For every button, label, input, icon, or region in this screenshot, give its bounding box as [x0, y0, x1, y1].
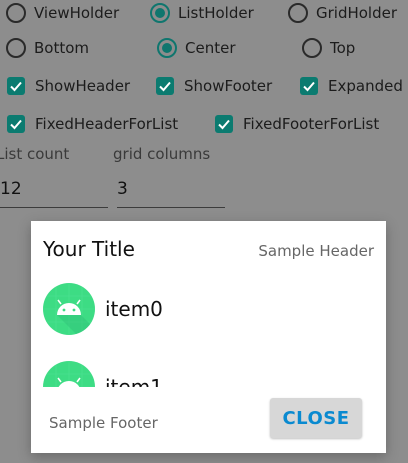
radio-gridholder[interactable]: GridHolder: [288, 3, 397, 23]
radio-center[interactable]: Center: [157, 38, 236, 58]
list-item-label: item1: [105, 375, 163, 387]
grid-columns-label: grid columns: [113, 145, 211, 163]
checkbox-label: ShowHeader: [35, 77, 131, 95]
radio-label: GridHolder: [316, 4, 398, 22]
radio-label: ViewHolder: [34, 4, 120, 22]
checkbox-checked-icon: [156, 77, 174, 95]
radio-label: Center: [185, 39, 236, 57]
close-button[interactable]: CLOSE: [270, 398, 362, 438]
dialog-title: Your Title: [43, 237, 135, 261]
checkbox-showfooter[interactable]: ShowFooter: [156, 77, 272, 95]
radio-label: ListHolder: [178, 4, 254, 22]
radio-bottom[interactable]: Bottom: [6, 38, 89, 58]
android-icon: [43, 283, 95, 335]
list-count-label: List count: [0, 145, 70, 163]
radio-circle-selected: [157, 38, 177, 58]
list-item-label: item0: [105, 297, 163, 321]
grid-columns-input[interactable]: 3: [117, 179, 225, 208]
checkbox-label: FixedFooterForList: [243, 115, 380, 133]
dialog-list[interactable]: item0 item1: [31, 279, 386, 387]
radio-circle: [6, 3, 26, 23]
checkbox-checked-icon: [215, 115, 233, 133]
android-icon: [43, 361, 95, 387]
list-count-input[interactable]: 12: [0, 179, 108, 208]
checkbox-showheader[interactable]: ShowHeader: [7, 77, 130, 95]
list-item[interactable]: item0: [43, 283, 163, 335]
checkbox-expanded[interactable]: Expanded: [300, 77, 403, 95]
radio-label: Top: [330, 39, 356, 57]
radio-circle: [302, 38, 322, 58]
radio-circle: [288, 3, 308, 23]
dialog-header: Sample Header: [258, 242, 374, 260]
dialog-footer: Sample Footer: [49, 414, 158, 432]
radio-viewholder[interactable]: ViewHolder: [6, 3, 119, 23]
radio-circle-selected: [150, 3, 170, 23]
checkbox-label: FixedHeaderForList: [35, 115, 179, 133]
checkbox-label: Expanded: [328, 77, 403, 95]
checkbox-fixedheaderforlist[interactable]: FixedHeaderForList: [7, 115, 178, 133]
list-item[interactable]: item1: [43, 361, 163, 387]
radio-circle: [6, 38, 26, 58]
radio-label: Bottom: [34, 39, 90, 57]
checkbox-checked-icon: [7, 115, 25, 133]
checkbox-checked-icon: [7, 77, 25, 95]
radio-top[interactable]: Top: [302, 38, 355, 58]
checkbox-label: ShowFooter: [184, 77, 273, 95]
checkbox-fixedfooterforlist[interactable]: FixedFooterForList: [215, 115, 379, 133]
checkbox-checked-icon: [300, 77, 318, 95]
radio-listholder[interactable]: ListHolder: [150, 3, 254, 23]
dialog: Your Title Sample Header item0 item1 Sam…: [31, 221, 386, 453]
